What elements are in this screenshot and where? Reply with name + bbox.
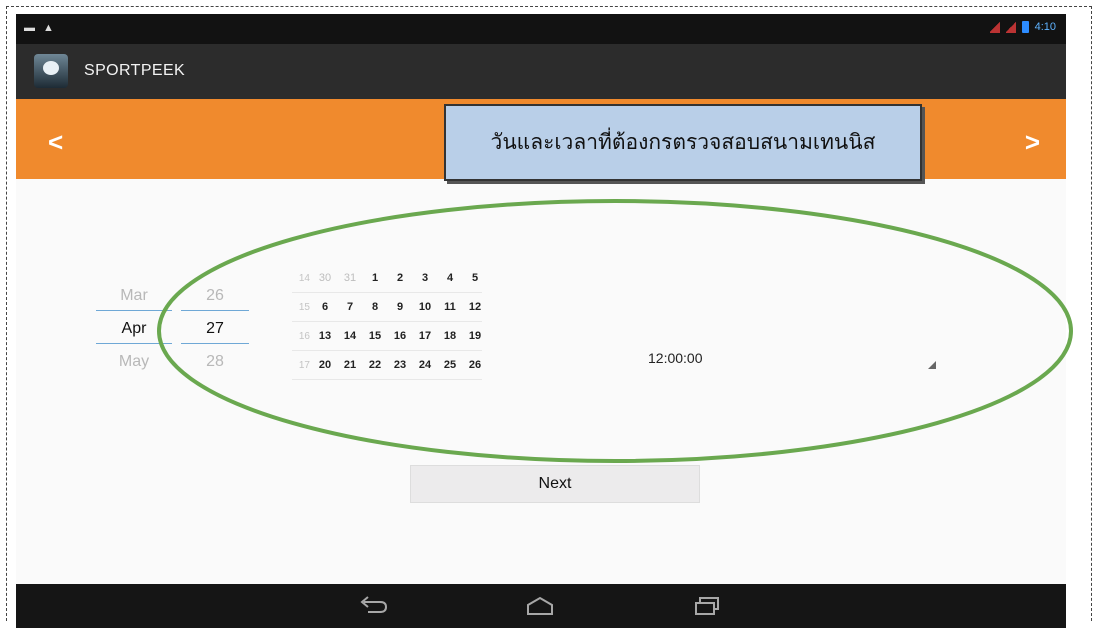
- status-right: 4:10: [989, 21, 1056, 33]
- system-nav-bar: [16, 584, 1066, 628]
- next-button[interactable]: Next: [410, 465, 700, 503]
- app-title: SPORTPEEK: [84, 62, 186, 79]
- highlight-ellipse: [157, 199, 1073, 463]
- recent-apps-icon[interactable]: [690, 594, 724, 618]
- app-icon[interactable]: [34, 54, 68, 88]
- home-icon[interactable]: [523, 594, 557, 618]
- status-left-icons: ▬ ▲: [24, 22, 54, 34]
- action-bar: SPORTPEEK: [16, 44, 1066, 99]
- battery-icon: [1021, 21, 1029, 33]
- back-icon[interactable]: [356, 594, 390, 618]
- status-bar: ▬ ▲ 4:10: [16, 14, 1066, 44]
- annotation-callout: วันและเวลาที่ต้องกรตรวจสอบสนามเทนนิส: [444, 104, 922, 181]
- prev-button[interactable]: <: [48, 127, 63, 158]
- signal-icon: [1005, 21, 1016, 33]
- warning-icon: ▲: [43, 22, 54, 34]
- status-time: 4:10: [1034, 21, 1056, 33]
- notification-icon: ▬: [24, 22, 35, 34]
- signal-icon: [989, 21, 1000, 33]
- next-arrow-button[interactable]: >: [1025, 127, 1040, 158]
